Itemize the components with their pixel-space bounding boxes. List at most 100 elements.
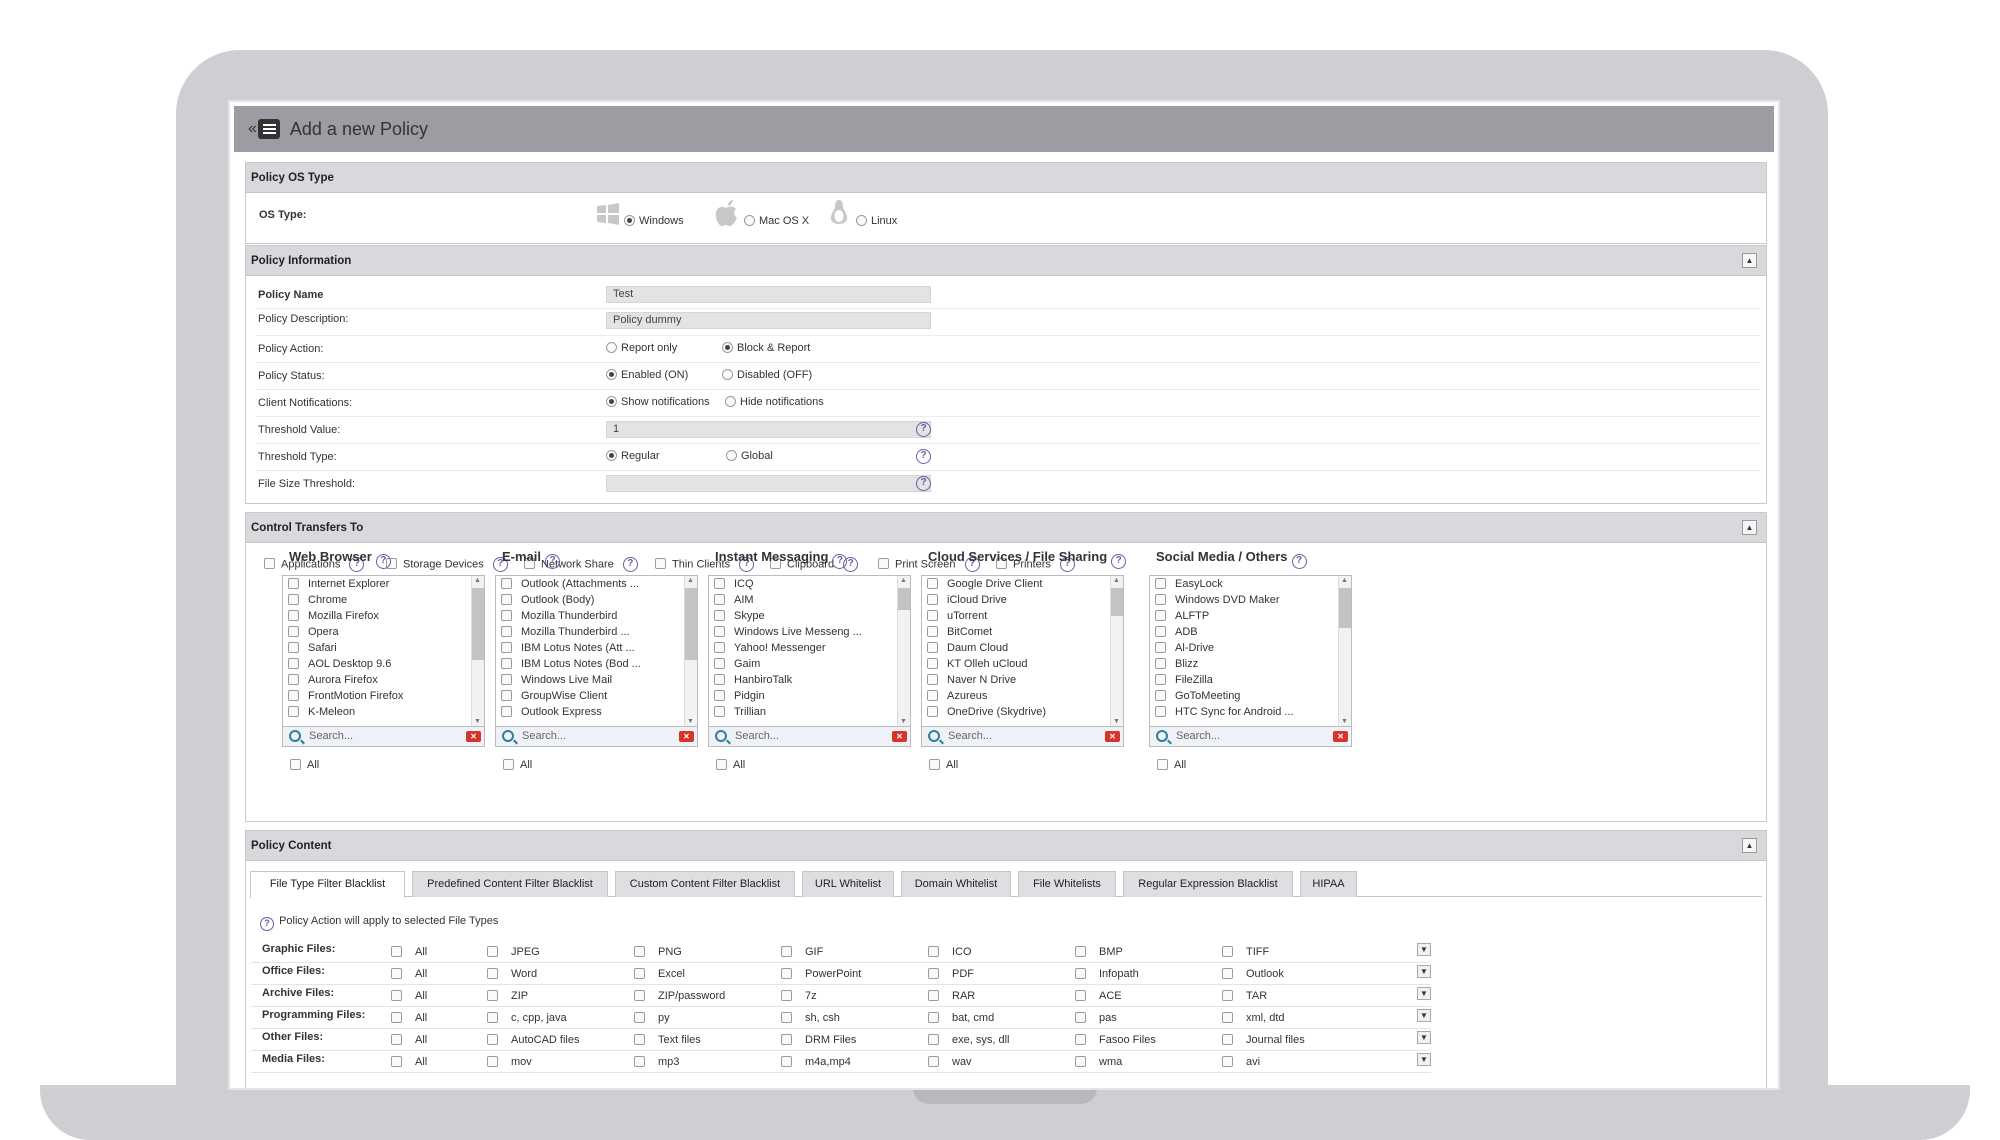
file-type-checkbox[interactable] xyxy=(634,1056,645,1067)
threshold-regular-radio[interactable] xyxy=(606,450,617,461)
os-windows-radio[interactable] xyxy=(624,215,635,226)
list-item[interactable]: OneDrive (Skydrive) xyxy=(922,704,1123,720)
select-all-checkbox[interactable] xyxy=(503,759,514,770)
threshold-global[interactable]: Global xyxy=(726,450,773,462)
threshold-global-radio[interactable] xyxy=(726,450,737,461)
target-storage-devices[interactable]: Storage Devices ? xyxy=(386,557,508,572)
file-type-option[interactable]: GIF xyxy=(781,946,823,958)
file-type-checkbox[interactable] xyxy=(781,990,792,1001)
file-type-option[interactable]: Journal files xyxy=(1222,1034,1305,1046)
list-item-checkbox[interactable] xyxy=(288,594,299,605)
file-type-checkbox[interactable] xyxy=(487,1056,498,1067)
list-item[interactable]: AOL Desktop 9.6 xyxy=(283,656,484,672)
file-type-option[interactable]: 7z xyxy=(781,990,817,1002)
file-type-option[interactable]: ZIP xyxy=(487,990,528,1002)
chevron-down-icon[interactable]: ▼ xyxy=(1417,987,1431,1000)
file-type-option[interactable]: Text files xyxy=(634,1034,701,1046)
menu-icon[interactable] xyxy=(257,119,280,139)
list-item-checkbox[interactable] xyxy=(1155,578,1166,589)
list-item-checkbox[interactable] xyxy=(714,578,725,589)
list-item-checkbox[interactable] xyxy=(501,610,512,621)
list-item-checkbox[interactable] xyxy=(501,594,512,605)
list-item[interactable]: KT Olleh uCloud xyxy=(922,656,1123,672)
file-type-option[interactable]: All xyxy=(391,946,427,958)
threshold-value-help-icon[interactable]: ? xyxy=(916,422,931,437)
list-item[interactable]: GroupWise Client xyxy=(496,688,697,704)
file-type-option[interactable]: All xyxy=(391,990,427,1002)
file-type-option[interactable]: mp3 xyxy=(634,1056,679,1068)
status-enabled[interactable]: Enabled (ON) xyxy=(606,369,688,381)
scroll-up-icon[interactable]: ▲ xyxy=(1341,577,1348,584)
file-type-option[interactable]: ICO xyxy=(928,946,972,958)
clear-search-icon[interactable]: ✕ xyxy=(679,731,694,742)
file-type-option[interactable]: JPEG xyxy=(487,946,540,958)
tab-regular-expression-blacklist[interactable]: Regular Expression Blacklist xyxy=(1123,871,1293,897)
listbox-scrollbar[interactable]: ▲ ▼ xyxy=(1338,576,1351,726)
chevron-down-icon[interactable]: ▼ xyxy=(1417,1053,1431,1066)
list-item[interactable]: Azureus xyxy=(922,688,1123,704)
list-item[interactable]: IBM Lotus Notes (Bod ... xyxy=(496,656,697,672)
chevron-down-icon[interactable]: ▼ xyxy=(1417,1009,1431,1022)
list-item[interactable]: Aurora Firefox xyxy=(283,672,484,688)
list-item-checkbox[interactable] xyxy=(714,594,725,605)
tab-url-whitelist[interactable]: URL Whitelist xyxy=(802,871,894,897)
list-item[interactable]: Outlook Express xyxy=(496,704,697,720)
list-item[interactable]: Skype xyxy=(709,608,910,624)
scroll-up-icon[interactable]: ▲ xyxy=(474,577,481,584)
scroll-thumb[interactable] xyxy=(685,588,697,660)
os-option-linux[interactable]: Linux xyxy=(856,215,897,227)
list-item[interactable]: Windows Live Messeng ... xyxy=(709,624,910,640)
file-type-checkbox[interactable] xyxy=(1075,1034,1086,1045)
file-type-checkbox[interactable] xyxy=(391,990,402,1001)
listbox-search-input[interactable]: Search... ✕ xyxy=(282,727,485,747)
tab-file-type-filter-blacklist[interactable]: File Type Filter Blacklist xyxy=(250,871,405,898)
os-linux-radio[interactable] xyxy=(856,215,867,226)
note-help-icon[interactable]: ? xyxy=(260,917,274,931)
file-type-option[interactable]: exe, sys, dll xyxy=(928,1034,1009,1046)
list-item-checkbox[interactable] xyxy=(288,690,299,701)
collapse-icon[interactable]: ▲ xyxy=(1742,520,1757,535)
target-thin-clients-checkbox[interactable] xyxy=(655,558,666,570)
file-type-checkbox[interactable] xyxy=(781,1056,792,1067)
list-item-checkbox[interactable] xyxy=(714,706,725,717)
file-type-checkbox[interactable] xyxy=(781,968,792,979)
list-item-checkbox[interactable] xyxy=(714,674,725,685)
chevron-down-icon[interactable]: ▼ xyxy=(1417,965,1431,978)
select-all-checkbox[interactable] xyxy=(290,759,301,770)
list-item[interactable]: Pidgin xyxy=(709,688,910,704)
file-type-checkbox[interactable] xyxy=(1075,968,1086,979)
file-type-option[interactable]: xml, dtd xyxy=(1222,1012,1285,1024)
notif-hide-radio[interactable] xyxy=(725,396,736,407)
list-item-checkbox[interactable] xyxy=(1155,610,1166,621)
file-type-option[interactable]: PDF xyxy=(928,968,974,980)
collapse-icon[interactable]: ▲ xyxy=(1742,838,1757,853)
file-type-option[interactable]: py xyxy=(634,1012,670,1024)
file-type-checkbox[interactable] xyxy=(487,1012,498,1023)
file-type-checkbox[interactable] xyxy=(1075,990,1086,1001)
file-type-checkbox[interactable] xyxy=(634,946,645,957)
list-item-checkbox[interactable] xyxy=(927,594,938,605)
listbox-help-icon[interactable]: ? xyxy=(1291,554,1307,569)
list-item-checkbox[interactable] xyxy=(501,706,512,717)
file-type-option[interactable]: bat, cmd xyxy=(928,1012,994,1024)
listbox-search-input[interactable]: Search... ✕ xyxy=(495,727,698,747)
scroll-thumb[interactable] xyxy=(472,588,484,660)
file-type-checkbox[interactable] xyxy=(781,1012,792,1023)
file-type-checkbox[interactable] xyxy=(928,1034,939,1045)
file-type-option[interactable]: wma xyxy=(1075,1056,1122,1068)
list-item[interactable]: Windows Live Mail xyxy=(496,672,697,688)
file-type-checkbox[interactable] xyxy=(1075,1012,1086,1023)
list-item-checkbox[interactable] xyxy=(501,626,512,637)
list-item-checkbox[interactable] xyxy=(714,610,725,621)
list-item[interactable]: Internet Explorer xyxy=(283,576,484,592)
file-type-option[interactable]: All xyxy=(391,968,427,980)
list-item[interactable]: Outlook (Attachments ... xyxy=(496,576,697,592)
list-item[interactable]: Al-Drive xyxy=(1150,640,1351,656)
collapse-icon[interactable]: ▲ xyxy=(1742,253,1757,268)
list-item-checkbox[interactable] xyxy=(927,658,938,669)
select-all-checkbox[interactable] xyxy=(929,759,940,770)
tab-predefined-content-filter-blacklist[interactable]: Predefined Content Filter Blacklist xyxy=(412,871,608,897)
os-mac-radio[interactable] xyxy=(744,215,755,226)
file-type-checkbox[interactable] xyxy=(1075,946,1086,957)
list-item[interactable]: AIM xyxy=(709,592,910,608)
